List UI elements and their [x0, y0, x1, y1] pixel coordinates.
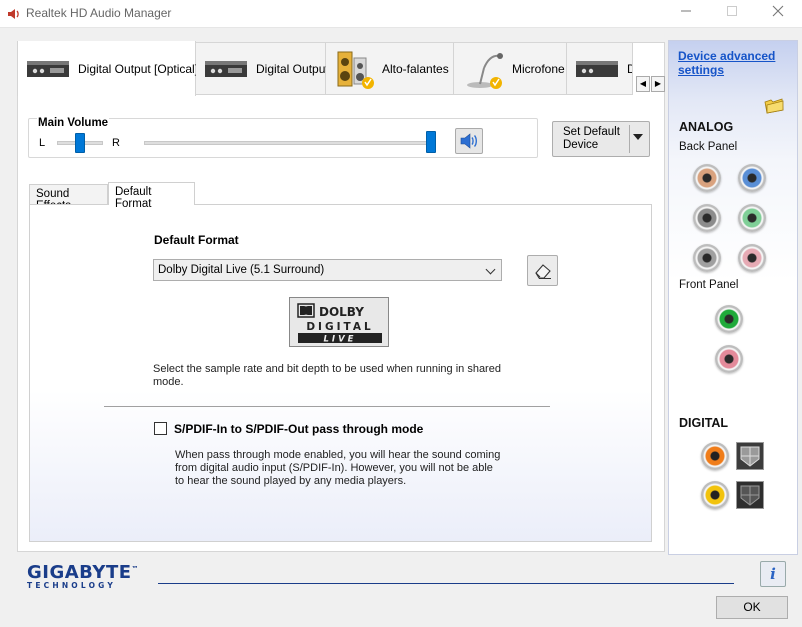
spdif-optical-out-icon[interactable] — [736, 442, 764, 470]
split-divider — [629, 125, 630, 153]
default-format-description: Select the sample rate and bit depth to … — [153, 363, 501, 388]
mute-button[interactable] — [455, 128, 483, 154]
connector-sidebar — [668, 40, 798, 555]
speakers-icon — [334, 51, 376, 89]
tab-digital-output[interactable]: Digital Output — [196, 43, 329, 95]
passthrough-checkbox[interactable] — [154, 422, 167, 435]
tab-sound-effects[interactable]: Sound Effects — [29, 184, 108, 212]
separator — [104, 406, 550, 407]
balance-slider[interactable] — [75, 133, 85, 153]
back-panel-jack[interactable] — [738, 204, 766, 232]
tab-label: Digital Output [Optical] — [78, 61, 199, 76]
analog-heading: ANALOG — [679, 120, 734, 134]
tab-digital-output-optical[interactable]: Digital Output [Optical] — [17, 41, 199, 96]
tab-scroll-left-button[interactable]: ◀ — [636, 76, 650, 92]
digital-device-icon — [204, 56, 250, 82]
front-panel-jack[interactable] — [715, 305, 743, 333]
eraser-icon — [534, 263, 551, 279]
tab-label: Microfone — [512, 61, 565, 76]
front-panel-label: Front Panel — [679, 279, 739, 291]
speaker-icon — [460, 133, 477, 149]
tab-default-format[interactable]: Default Format — [108, 182, 195, 210]
main-volume-title: Main Volume — [37, 117, 110, 129]
front-panel-jack[interactable] — [715, 345, 743, 373]
set-default-device-button[interactable]: Set Default Device — [552, 121, 650, 157]
brand-name: GIGABYTE — [27, 562, 132, 583]
restore-defaults-button[interactable] — [527, 255, 558, 286]
footer-divider — [158, 583, 734, 584]
back-panel-jack[interactable] — [693, 164, 721, 192]
volume-slider[interactable] — [426, 131, 436, 153]
speaker-icon — [8, 9, 19, 19]
back-panel-jack[interactable] — [693, 204, 721, 232]
digital-heading: DIGITAL — [679, 416, 729, 430]
digital-device-icon — [26, 56, 72, 82]
tab-label: D — [627, 62, 632, 76]
spdif-coaxial-jack[interactable] — [701, 442, 729, 470]
device-advanced-settings-link[interactable]: Device advanced settings — [678, 49, 778, 77]
volume-track — [144, 141, 436, 145]
dolby-text: DOLBY — [319, 305, 364, 319]
ok-button[interactable]: OK — [716, 596, 788, 619]
back-panel-jack[interactable] — [738, 164, 766, 192]
back-panel-jack[interactable] — [738, 244, 766, 272]
info-button[interactable]: i — [760, 561, 786, 587]
close-icon — [772, 5, 784, 17]
microphone-icon — [462, 52, 506, 89]
spdif-optical-in-icon[interactable] — [736, 481, 764, 509]
live-text: LIVE — [324, 335, 357, 345]
left-label: L — [39, 137, 46, 149]
passthrough-description: When pass through mode enabled, you will… — [175, 449, 501, 487]
tab-digital-more[interactable]: D — [567, 43, 633, 95]
minimize-button[interactable] — [663, 0, 709, 28]
close-button[interactable] — [755, 0, 801, 28]
minimize-icon — [681, 10, 691, 12]
title-bar: Realtek HD Audio Manager — [0, 0, 802, 28]
tab-microfone[interactable]: Microfone — [454, 43, 567, 95]
back-panel-jack[interactable] — [693, 244, 721, 272]
tab-alto-falantes[interactable]: Alto-falantes — [326, 43, 454, 95]
gigabyte-logo: GIGABYTE™ TECHNOLOGY — [27, 562, 139, 590]
passthrough-label[interactable]: S/PDIF-In to S/PDIF-Out pass through mod… — [174, 422, 423, 436]
spdif-coaxial-in-jack[interactable] — [701, 481, 729, 509]
digital-device-icon — [575, 56, 621, 82]
chevron-left-icon: ◀ — [639, 79, 647, 88]
default-format-select[interactable]: Dolby Digital Live (5.1 Surround) — [153, 259, 502, 281]
window-title: Realtek HD Audio Manager — [26, 6, 172, 20]
tab-label: Digital Output — [256, 61, 329, 76]
chevron-right-icon: ▶ — [654, 79, 662, 88]
maximize-icon — [727, 6, 737, 16]
default-format-title: Default Format — [154, 233, 239, 247]
folder-icon[interactable] — [764, 98, 784, 114]
digital-text: DIGITAL — [306, 321, 373, 333]
maximize-button[interactable] — [709, 0, 755, 28]
chevron-down-icon[interactable] — [633, 134, 643, 140]
set-default-label: Set Default Device — [563, 126, 620, 151]
back-panel-label: Back Panel — [679, 141, 738, 153]
trademark: ™ — [131, 565, 140, 573]
tab-label: Alto-falantes — [382, 61, 449, 76]
dolby-digital-live-logo: DOLBY DIGITAL LIVE — [289, 297, 389, 347]
info-icon: i — [770, 565, 776, 583]
tab-scroll-right-button[interactable]: ▶ — [651, 76, 665, 92]
right-label: R — [112, 137, 120, 149]
